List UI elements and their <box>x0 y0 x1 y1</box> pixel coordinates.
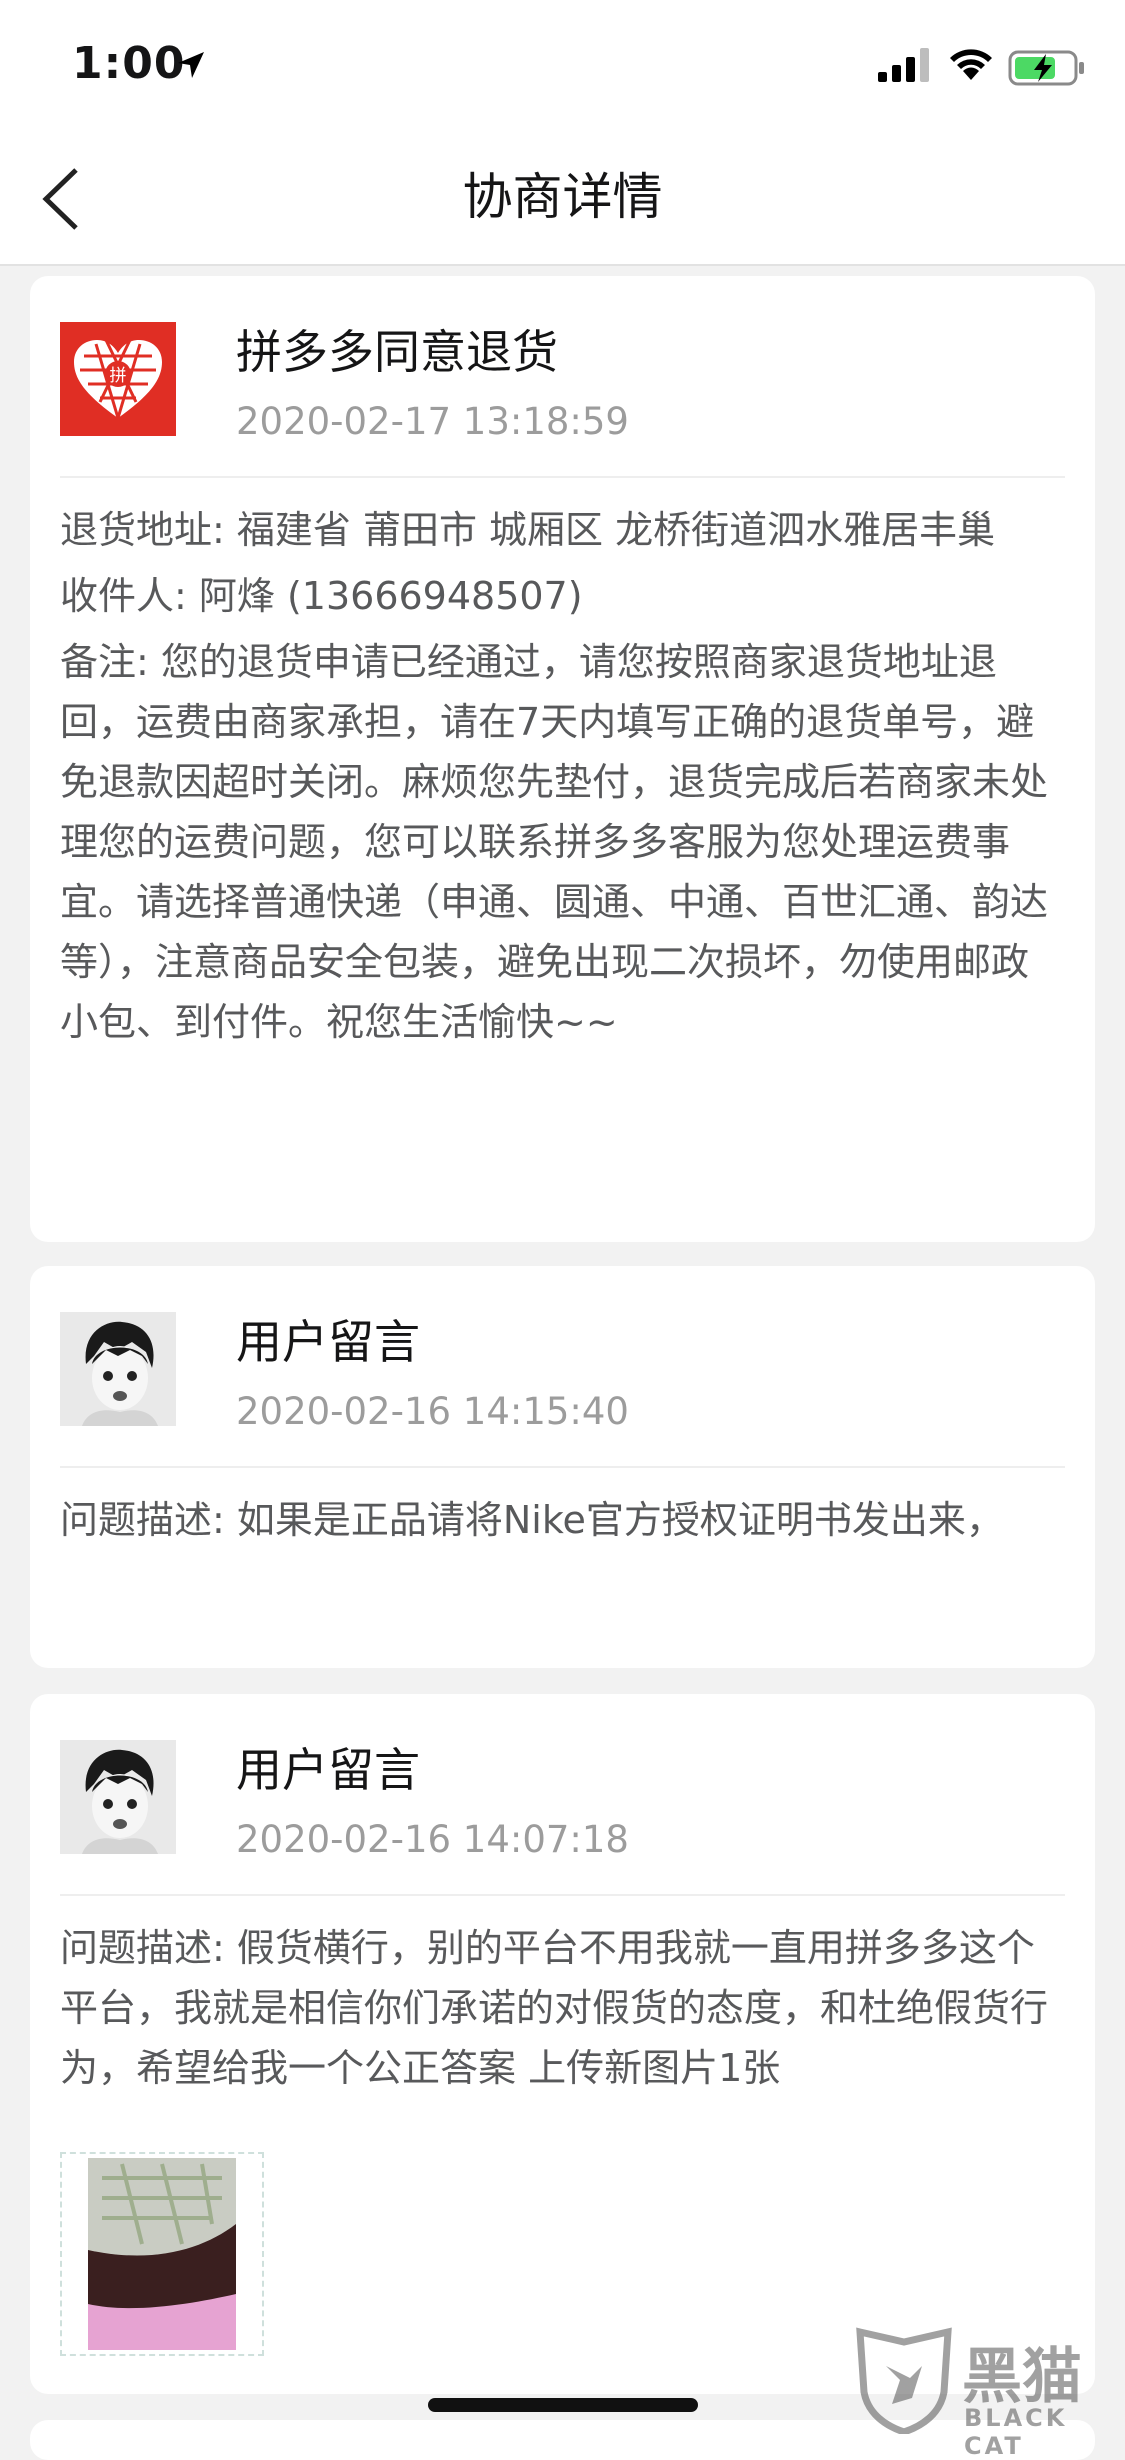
card-timestamp: 2020-02-16 14:15:40 <box>236 1390 629 1433</box>
user-avatar <box>60 1740 176 1854</box>
card-title: 拼多多同意退货 <box>236 325 558 379</box>
nav-bar: 协商详情 <box>0 132 1125 266</box>
uploaded-photo-thumbnail[interactable] <box>60 2152 264 2356</box>
recipient: 收件人: 阿烽 (13666948507) <box>60 574 583 618</box>
user-avatar <box>60 1312 176 1426</box>
card-header: 用户留言 2020-02-16 14:15:40 <box>60 1266 1065 1468</box>
black-cat-logo-icon <box>856 2327 952 2434</box>
issue-description: 问题描述: 如果是正品请将Nike官方授权证明书发出来， <box>60 1498 1004 1542</box>
status-bar: 1:00 <box>0 0 1125 132</box>
return-address: 退货地址: 福建省 莆田市 城厢区 龙桥街道泗水雅居丰巢 <box>60 508 996 552</box>
negotiation-card: 拼 拼多多同意退货 2020-02-17 13:18:59 退货地址: 福建省 … <box>30 276 1095 1242</box>
card-body: 问题描述: 如果是正品请将Nike官方授权证明书发出来， <box>60 1490 1061 1556</box>
card-body: 问题描述: 假货横行，别的平台不用我就一直用拼多多这个平台，我就是相信你们承诺的… <box>60 1918 1061 2104</box>
cellular-signal-icon <box>878 48 929 82</box>
user-avatar-image <box>60 1740 176 1854</box>
pinduoduo-logo: 拼 <box>60 322 176 436</box>
home-indicator[interactable] <box>428 2398 698 2412</box>
location-arrow-icon <box>178 52 204 78</box>
user-message-card: 用户留言 2020-02-16 14:07:18 问题描述: 假货横行，别的平台… <box>30 1694 1095 2394</box>
page-title: 协商详情 <box>462 168 663 226</box>
user-avatar-image <box>60 1312 176 1426</box>
card-title: 用户留言 <box>236 1743 420 1797</box>
card-timestamp: 2020-02-16 14:07:18 <box>236 1818 629 1861</box>
black-cat-watermark: 黑猫 BLACK CAT <box>852 2326 1122 2460</box>
card-header: 拼 拼多多同意退货 2020-02-17 13:18:59 <box>60 276 1065 478</box>
card-title: 用户留言 <box>236 1315 420 1369</box>
card-body: 退货地址: 福建省 莆田市 城厢区 龙桥街道泗水雅居丰巢 收件人: 阿烽 (13… <box>60 500 1061 1058</box>
card-timestamp: 2020-02-17 13:18:59 <box>236 400 629 443</box>
battery-charging-icon <box>1008 50 1084 86</box>
card-header: 用户留言 2020-02-16 14:07:18 <box>60 1694 1065 1896</box>
wifi-icon <box>950 49 992 80</box>
watermark-subtext: BLACK CAT <box>964 2404 1068 2460</box>
remark: 备注: 您的退货申请已经通过，请您按照商家退货地址退回，运费由商家承担，请在7天… <box>60 640 1049 1044</box>
svg-text:拼: 拼 <box>110 366 127 386</box>
user-message-card: 用户留言 2020-02-16 14:15:40 问题描述: 如果是正品请将Ni… <box>30 1266 1095 1668</box>
watermark-text: 黑猫 <box>962 2342 1082 2412</box>
heart-logo-icon: 拼 <box>74 339 162 419</box>
status-time: 1:00 <box>72 38 186 89</box>
issue-description: 问题描述: 假货横行，别的平台不用我就一直用拼多多这个平台，我就是相信你们承诺的… <box>60 1926 1049 2090</box>
